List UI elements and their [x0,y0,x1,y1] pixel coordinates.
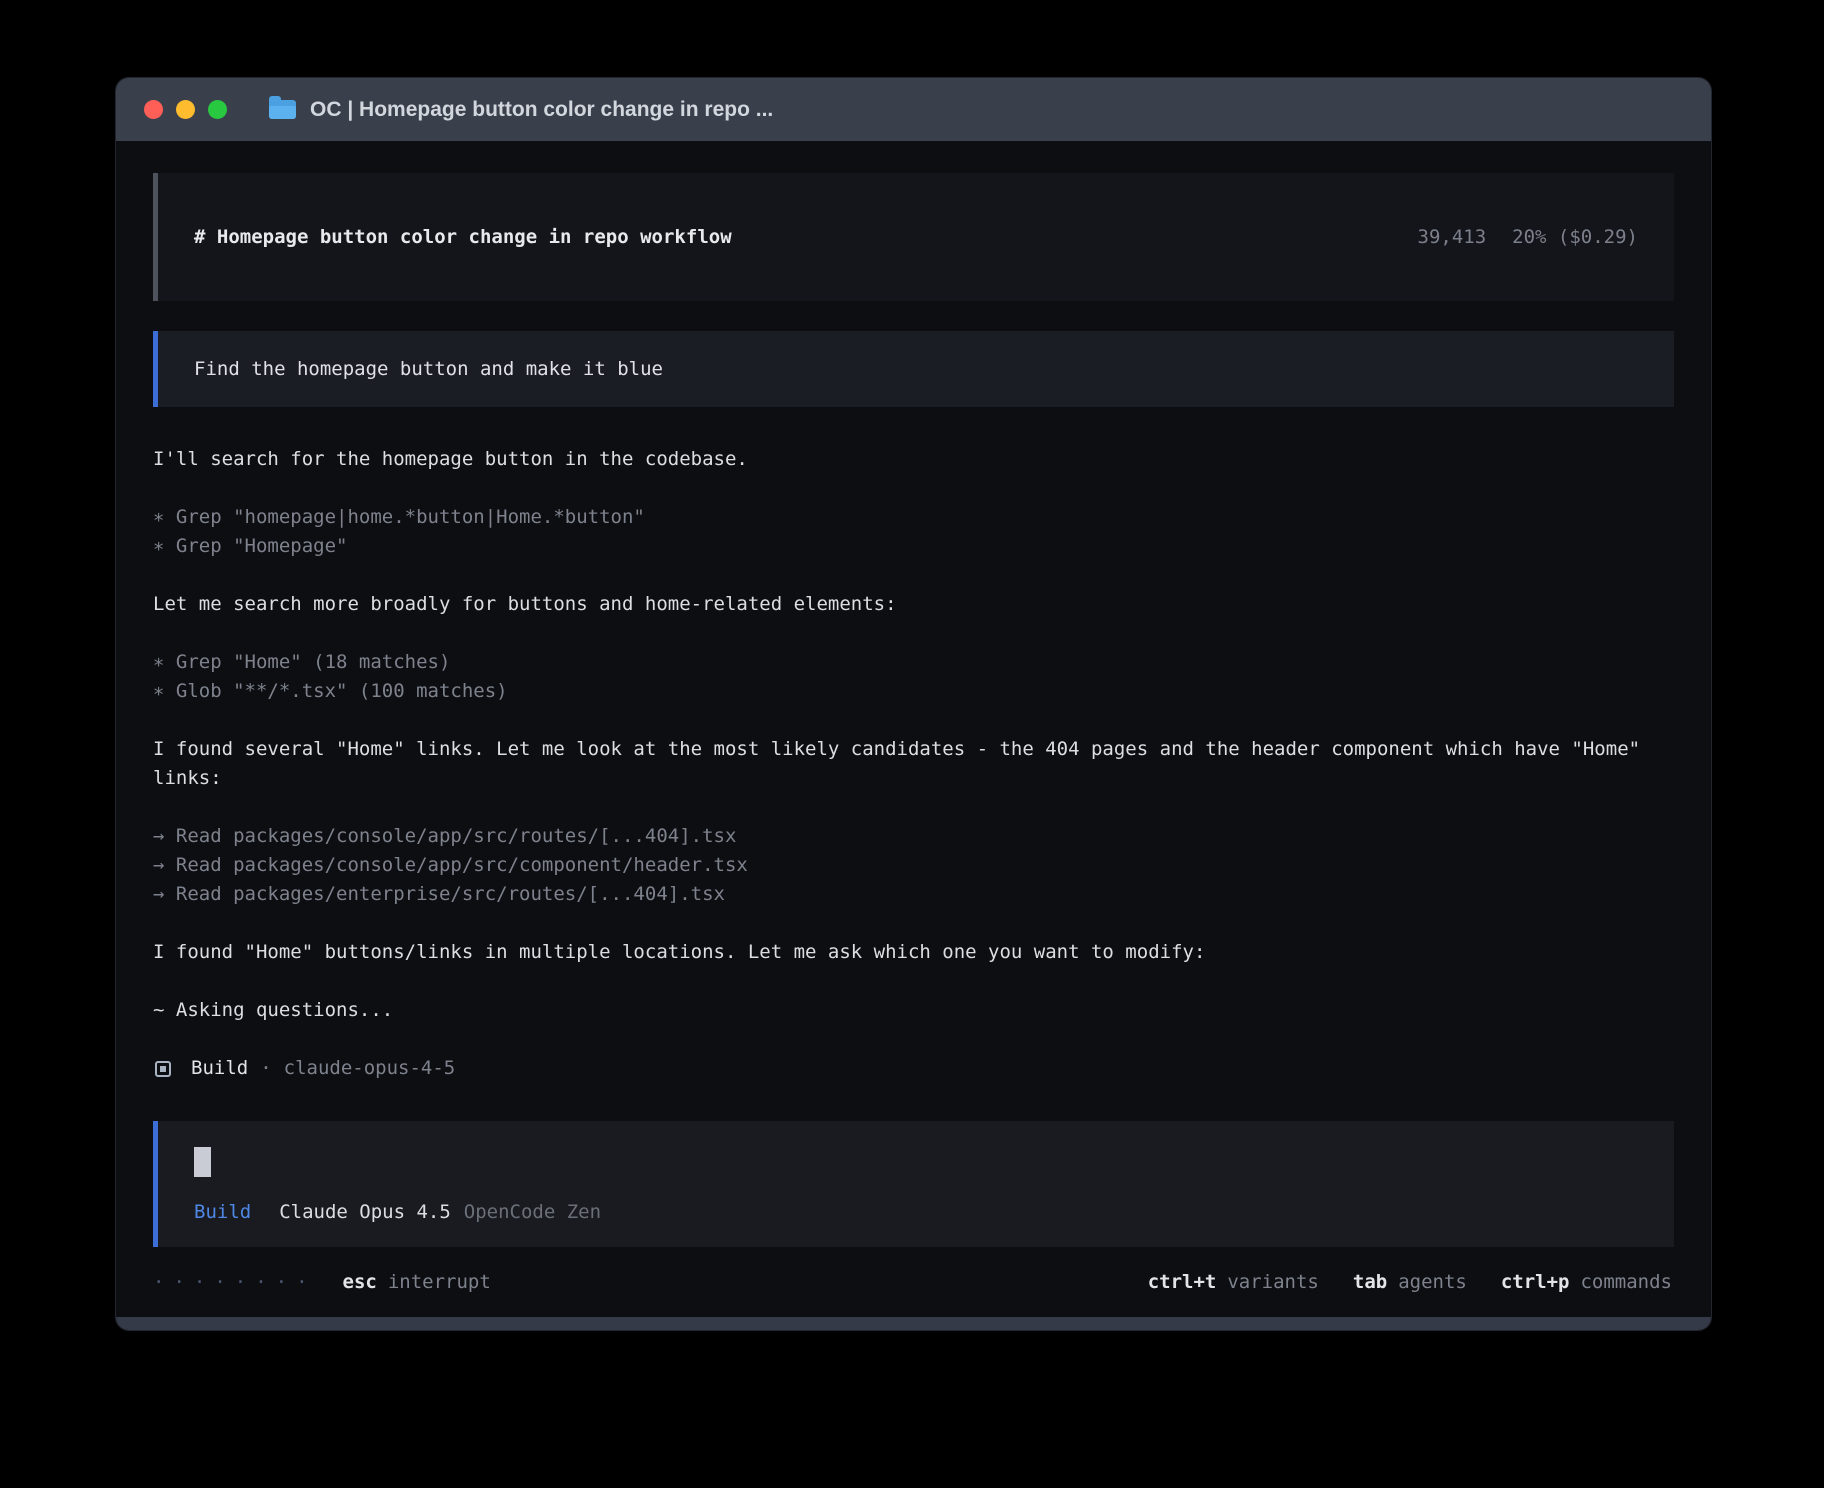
shortcut-label: commands [1580,1271,1672,1293]
status-bar-left: ········ esc interrupt [153,1271,491,1293]
folder-icon [269,100,296,119]
transcript-group: I'll search for the homepage button in t… [153,445,1674,474]
shortcut-key: tab [1353,1271,1387,1293]
context-cost: 20% ($0.29) [1512,226,1638,248]
window-title: OC | Homepage button color change in rep… [310,98,773,122]
prompt-input[interactable]: Build Claude Opus 4.5 OpenCode Zen [153,1121,1674,1247]
status-bar: ········ esc interrupt ctrl+t variants tab… [153,1271,1674,1293]
mode-label: Build [194,1201,251,1223]
status-text: ~ Asking questions... [153,996,1674,1025]
shortcut-agents: tab agents [1353,1271,1467,1293]
provider-label: OpenCode Zen [464,1201,601,1223]
shortcut-label: agents [1398,1271,1467,1293]
tool-call-line: ∗ Grep "Homepage" [153,532,1674,561]
close-button[interactable] [144,100,163,119]
transcript-group: → Read packages/console/app/src/routes/[… [153,822,1674,909]
shortcut-commands: ctrl+p commands [1501,1271,1672,1293]
tool-call-line: → Read packages/console/app/src/routes/[… [153,822,1674,851]
shortcut-key: ctrl+t [1148,1271,1217,1293]
model-label: Claude Opus 4.5 [279,1201,451,1223]
shortcut-variants: ctrl+t variants [1148,1271,1319,1293]
assistant-transcript: I'll search for the homepage button in t… [153,445,1674,1083]
transcript-group: ∗ Grep "Home" (18 matches) ∗ Glob "**/*.… [153,648,1674,706]
terminal-content: # Homepage button color change in repo w… [116,173,1711,1293]
text-cursor [194,1147,211,1177]
assistant-text: Let me search more broadly for buttons a… [153,590,1674,619]
tool-call-line: ∗ Grep "Home" (18 matches) [153,648,1674,677]
user-message: Find the homepage button and make it blu… [153,331,1674,407]
traffic-lights [144,100,227,119]
session-title: # Homepage button color change in repo w… [194,226,732,248]
shortcut-interrupt: esc interrupt [343,1271,491,1293]
input-status-row: Build Claude Opus 4.5 OpenCode Zen [194,1201,1638,1223]
shortcut-label: interrupt [388,1271,491,1293]
window-titlebar: OC | Homepage button color change in rep… [116,78,1711,141]
agent-model: claude-opus-4-5 [284,1054,456,1083]
minimize-button[interactable] [176,100,195,119]
shortcut-key: ctrl+p [1501,1271,1570,1293]
transcript-group: ~ Asking questions... [153,996,1674,1025]
session-header: # Homepage button color change in repo w… [153,173,1674,301]
separator-dot: · [260,1054,271,1083]
agent-name: Build [191,1054,248,1083]
zoom-button[interactable] [208,100,227,119]
token-count: 39,413 [1418,226,1487,248]
status-bar-right: ctrl+t variants tab agents ctrl+p commands [1148,1271,1672,1293]
assistant-text: I found "Home" buttons/links in multiple… [153,938,1674,967]
shortcut-label: variants [1227,1271,1319,1293]
session-stats: 39,413 20% ($0.29) [1326,204,1638,270]
shortcut-key: esc [343,1271,377,1293]
transcript-group: ∗ Grep "homepage|home.*button|Home.*butt… [153,503,1674,561]
build-agent-icon [155,1061,171,1077]
transcript-group: I found "Home" buttons/links in multiple… [153,938,1674,967]
assistant-text: I'll search for the homepage button in t… [153,445,1674,474]
transcript-group: I found several "Home" links. Let me loo… [153,735,1674,793]
tool-call-line: → Read packages/enterprise/src/routes/[.… [153,880,1674,909]
agent-status-line: Build · claude-opus-4-5 [153,1054,1674,1083]
working-indicator-dots: ········ [153,1271,317,1293]
tool-call-line: ∗ Glob "**/*.tsx" (100 matches) [153,677,1674,706]
transcript-group: Let me search more broadly for buttons a… [153,590,1674,619]
terminal-window: OC | Homepage button color change in rep… [115,77,1712,1331]
tool-call-line: ∗ Grep "homepage|home.*button|Home.*butt… [153,503,1674,532]
assistant-text: I found several "Home" links. Let me loo… [153,735,1674,793]
tool-call-line: → Read packages/console/app/src/componen… [153,851,1674,880]
window-bottom-edge [116,1317,1711,1330]
